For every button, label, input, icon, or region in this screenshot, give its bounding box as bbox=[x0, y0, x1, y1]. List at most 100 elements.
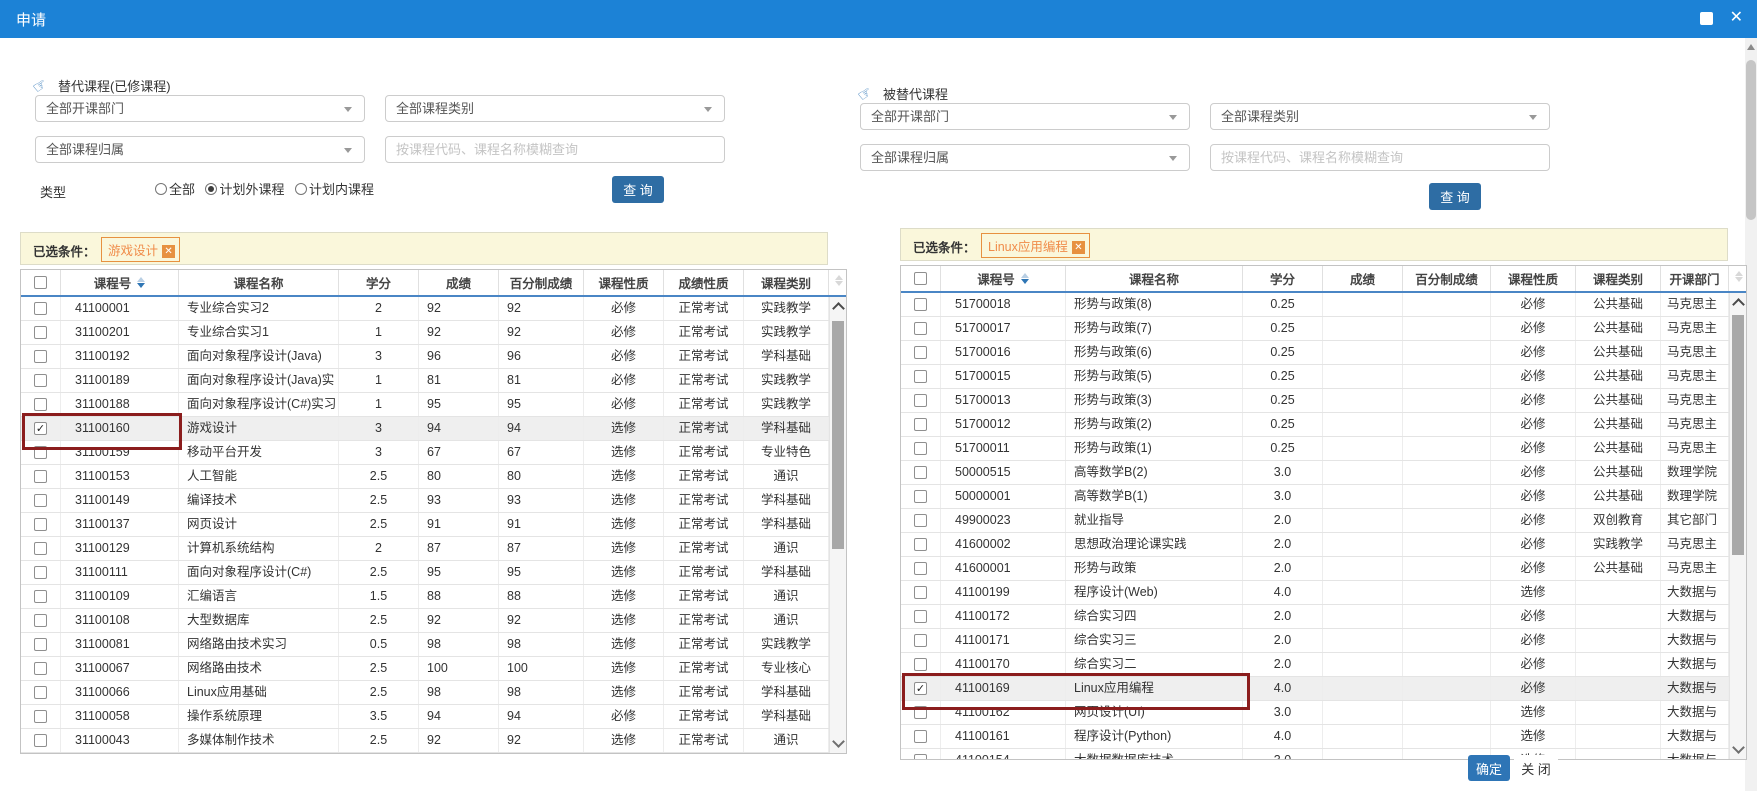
row-checkbox[interactable] bbox=[34, 590, 47, 603]
row-checkbox[interactable]: ✓ bbox=[914, 682, 927, 695]
column-header[interactable]: 课程号 bbox=[941, 266, 1066, 291]
row-checkbox[interactable] bbox=[914, 586, 927, 599]
row-checkbox[interactable] bbox=[914, 754, 927, 759]
close-button[interactable]: 关 闭 bbox=[1514, 755, 1558, 781]
column-header[interactable]: 百分制成绩 bbox=[499, 270, 584, 295]
column-header[interactable]: 成绩性质 bbox=[664, 270, 744, 295]
row-checkbox[interactable] bbox=[914, 490, 927, 503]
row-checkbox[interactable] bbox=[34, 446, 47, 459]
table-row[interactable]: 41100154大数据数据库技术3.0选修大数据与 bbox=[901, 749, 1729, 759]
column-header[interactable]: 学分 bbox=[1243, 266, 1323, 291]
table-row[interactable]: 41100171综合实习三2.0必修大数据与 bbox=[901, 629, 1729, 653]
sort-both-icon[interactable] bbox=[1735, 271, 1743, 282]
column-header[interactable]: 成绩 bbox=[419, 270, 499, 295]
select-all-checkbox[interactable] bbox=[914, 272, 927, 285]
scroll-down-icon[interactable] bbox=[832, 735, 845, 748]
table-row[interactable]: 51700012形势与政策(2)0.25必修公共基础马克思主 bbox=[901, 413, 1729, 437]
table-row[interactable]: 41100199程序设计(Web)4.0选修大数据与 bbox=[901, 581, 1729, 605]
category-select-right[interactable]: 全部课程类别 bbox=[1210, 103, 1550, 130]
table-row[interactable]: 31100159移动平台开发36767选修正常考试专业特色 bbox=[21, 441, 829, 465]
row-checkbox[interactable] bbox=[34, 350, 47, 363]
table-row[interactable]: 41100172综合实习四2.0必修大数据与 bbox=[901, 605, 1729, 629]
department-select-left[interactable]: 全部开课部门 bbox=[35, 95, 365, 122]
column-header[interactable]: 课程性质 bbox=[584, 270, 664, 295]
row-checkbox[interactable] bbox=[34, 614, 47, 627]
table-row[interactable]: 41100170综合实习二2.0必修大数据与 bbox=[901, 653, 1729, 677]
table-row[interactable]: 31100189面向对象程序设计(Java)实18181必修正常考试实践教学 bbox=[21, 369, 829, 393]
table-row[interactable]: ✓31100160游戏设计39494选修正常考试学科基础 bbox=[21, 417, 829, 441]
table-row[interactable]: 31100129计算机系统结构28787选修正常考试通识 bbox=[21, 537, 829, 561]
column-header[interactable]: 开课部门 bbox=[1661, 266, 1729, 291]
column-header[interactable]: 课程号 bbox=[61, 270, 179, 295]
row-checkbox[interactable] bbox=[914, 466, 927, 479]
table-row[interactable]: 31100108大型数据库2.59292选修正常考试通识 bbox=[21, 609, 829, 633]
radio-all[interactable]: 全部 bbox=[155, 179, 195, 198]
confirm-button[interactable]: 确定 bbox=[1468, 755, 1510, 781]
column-header[interactable]: 课程性质 bbox=[1491, 266, 1576, 291]
column-header[interactable]: 学分 bbox=[339, 270, 419, 295]
table-row[interactable]: 51700017形势与政策(7)0.25必修公共基础马克思主 bbox=[901, 317, 1729, 341]
row-checkbox[interactable] bbox=[34, 566, 47, 579]
table-row[interactable]: 51700015形势与政策(5)0.25必修公共基础马克思主 bbox=[901, 365, 1729, 389]
table-row[interactable]: 41100161程序设计(Python)4.0选修大数据与 bbox=[901, 725, 1729, 749]
row-checkbox[interactable] bbox=[914, 658, 927, 671]
scrollbar-thumb[interactable] bbox=[832, 321, 844, 549]
table-row[interactable]: 51700016形势与政策(6)0.25必修公共基础马克思主 bbox=[901, 341, 1729, 365]
table-row[interactable]: 51700011形势与政策(1)0.25必修公共基础马克思主 bbox=[901, 437, 1729, 461]
row-checkbox[interactable] bbox=[914, 322, 927, 335]
column-header[interactable]: 百分制成绩 bbox=[1403, 266, 1491, 291]
table-row[interactable]: 50000001高等数学B(1)3.0必修公共基础数理学院 bbox=[901, 485, 1729, 509]
row-checkbox[interactable] bbox=[34, 398, 47, 411]
row-checkbox[interactable] bbox=[34, 686, 47, 699]
table-row[interactable]: 31100111面向对象程序设计(C#)2.59595选修正常考试学科基础 bbox=[21, 561, 829, 585]
row-checkbox[interactable] bbox=[914, 610, 927, 623]
row-checkbox[interactable] bbox=[914, 538, 927, 551]
table-row[interactable]: 31100067网络路由技术2.5100100选修正常考试专业核心 bbox=[21, 657, 829, 681]
maximize-icon[interactable] bbox=[1700, 12, 1713, 25]
search-input-right[interactable] bbox=[1210, 144, 1550, 171]
column-header[interactable]: 课程名称 bbox=[1066, 266, 1243, 291]
row-checkbox[interactable] bbox=[914, 514, 927, 527]
scroll-down-icon[interactable] bbox=[1732, 741, 1745, 754]
department-select-right[interactable]: 全部开课部门 bbox=[860, 103, 1190, 130]
table-row[interactable]: 31100153人工智能2.58080选修正常考试通识 bbox=[21, 465, 829, 489]
row-checkbox[interactable] bbox=[34, 710, 47, 723]
table-row[interactable]: ✓41100169Linux应用编程4.0必修大数据与 bbox=[901, 677, 1729, 701]
table-row[interactable]: 31100201专业综合实习119292必修正常考试实践教学 bbox=[21, 321, 829, 345]
row-checkbox[interactable] bbox=[914, 346, 927, 359]
belong-select-left[interactable]: 全部课程归属 bbox=[35, 136, 365, 163]
table-row[interactable]: 31100081网络路由技术实习0.59898选修正常考试实践教学 bbox=[21, 633, 829, 657]
table-row[interactable]: 51700013形势与政策(3)0.25必修公共基础马克思主 bbox=[901, 389, 1729, 413]
row-checkbox[interactable]: ✓ bbox=[34, 422, 47, 435]
row-checkbox[interactable] bbox=[34, 470, 47, 483]
sort-icon[interactable] bbox=[1021, 273, 1029, 284]
table-row[interactable]: 31100188面向对象程序设计(C#)实习19595必修正常考试实践教学 bbox=[21, 393, 829, 417]
table-row[interactable]: 49900023就业指导2.0必修双创教育其它部门 bbox=[901, 509, 1729, 533]
row-checkbox[interactable] bbox=[914, 706, 927, 719]
row-checkbox[interactable] bbox=[914, 730, 927, 743]
row-checkbox[interactable] bbox=[34, 374, 47, 387]
remove-tag-icon[interactable]: ✕ bbox=[1072, 241, 1085, 254]
row-checkbox[interactable] bbox=[914, 298, 927, 311]
row-checkbox[interactable] bbox=[34, 734, 47, 747]
category-select-left[interactable]: 全部课程类别 bbox=[385, 95, 725, 122]
radio-in-plan[interactable]: 计划内课程 bbox=[295, 179, 374, 198]
table-row[interactable]: 41100001专业综合实习229292必修正常考试实践教学 bbox=[21, 297, 829, 321]
search-input-left[interactable] bbox=[385, 136, 725, 163]
column-header[interactable]: 课程类别 bbox=[744, 270, 829, 295]
sort-icon[interactable] bbox=[137, 277, 145, 288]
table-row[interactable]: 41600002思想政治理论课实践2.0必修实践教学马克思主 bbox=[901, 533, 1729, 557]
table-row[interactable]: 31100192面向对象程序设计(Java)39696必修正常考试学科基础 bbox=[21, 345, 829, 369]
table-row[interactable]: 31100043多媒体制作技术2.59292选修正常考试通识 bbox=[21, 729, 829, 753]
table-row[interactable]: 31100058操作系统原理3.59494必修正常考试学科基础 bbox=[21, 705, 829, 729]
table-scrollbar-right[interactable] bbox=[1729, 293, 1746, 759]
table-row[interactable]: 31100149编译技术2.59393选修正常考试学科基础 bbox=[21, 489, 829, 513]
select-all-checkbox[interactable] bbox=[34, 276, 47, 289]
row-checkbox[interactable] bbox=[34, 302, 47, 315]
sort-both-icon[interactable] bbox=[835, 275, 843, 286]
row-checkbox[interactable] bbox=[34, 542, 47, 555]
close-icon[interactable]: ✕ bbox=[1730, 8, 1743, 28]
scroll-up-icon[interactable] bbox=[1732, 298, 1745, 311]
row-checkbox[interactable] bbox=[914, 442, 927, 455]
table-row[interactable]: 41600001形势与政策2.0必修公共基础马克思主 bbox=[901, 557, 1729, 581]
